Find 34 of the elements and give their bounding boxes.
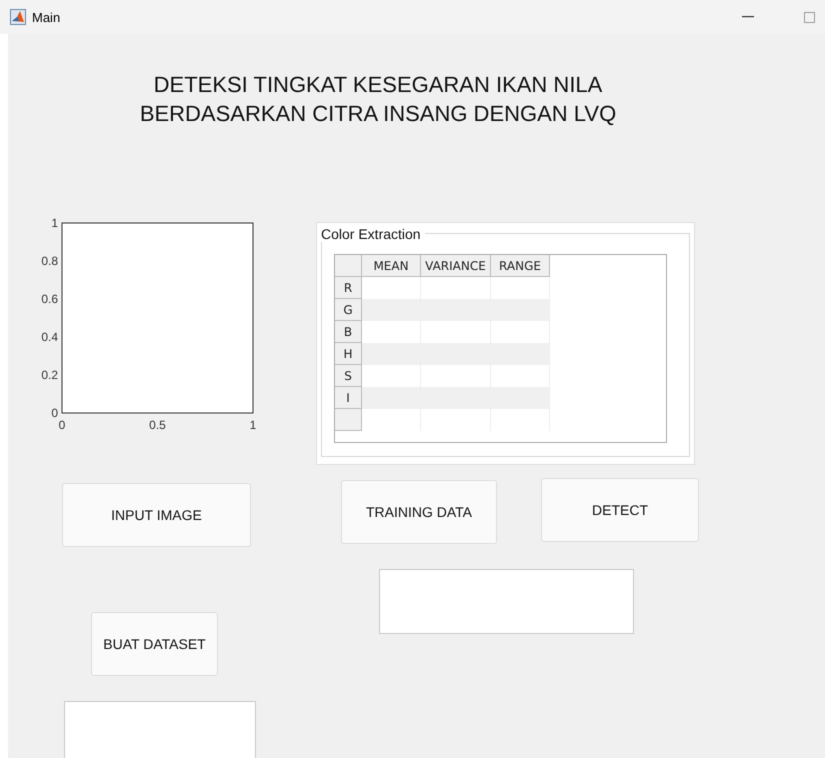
row-header: B [335,321,362,343]
corner-header [335,255,362,277]
app-logo-icon [10,9,26,25]
x-tick-label: 1 [250,418,256,432]
table-cell [362,387,421,409]
input-field[interactable] [64,701,256,758]
y-tick-label: 0 [51,406,58,420]
panel-title: Color Extraction [321,226,425,242]
y-tick-label: 0.2 [41,368,58,382]
input-image-button[interactable]: INPUT IMAGE [62,483,251,547]
window-title: Main [32,10,60,24]
x-tick-label: 0.5 [149,418,166,432]
column-header: VARIANCE [421,255,491,277]
buat-dataset-button[interactable]: BUAT DATASET [91,612,218,676]
y-tick-label: 0.8 [41,254,58,268]
app-heading: DETEKSI TINGKAT KESEGARAN IKAN NILA BERDASARKAN CITRA INSANG DENGAN LVQ [138,71,618,128]
y-tick-label: 0.4 [41,330,58,344]
row-header [335,409,362,431]
row-header: S [335,365,362,387]
row-header: I [335,387,362,409]
x-tick-label: 0 [58,418,66,432]
detect-button[interactable]: DETECT [541,478,699,542]
training-data-button[interactable]: TRAINING DATA [341,480,497,544]
column-header: MEAN [362,255,421,277]
minimize-icon[interactable] [742,16,754,18]
row-header: H [335,343,362,365]
row-header: R [335,277,362,299]
y-tick-label: 1 [51,216,58,230]
column-header: RANGE [491,255,550,277]
table-cell [362,343,421,365]
maximize-icon[interactable] [804,12,815,22]
y-tick-label: 0.6 [41,292,58,306]
table-cell [362,299,421,321]
row-header: G [335,299,362,321]
